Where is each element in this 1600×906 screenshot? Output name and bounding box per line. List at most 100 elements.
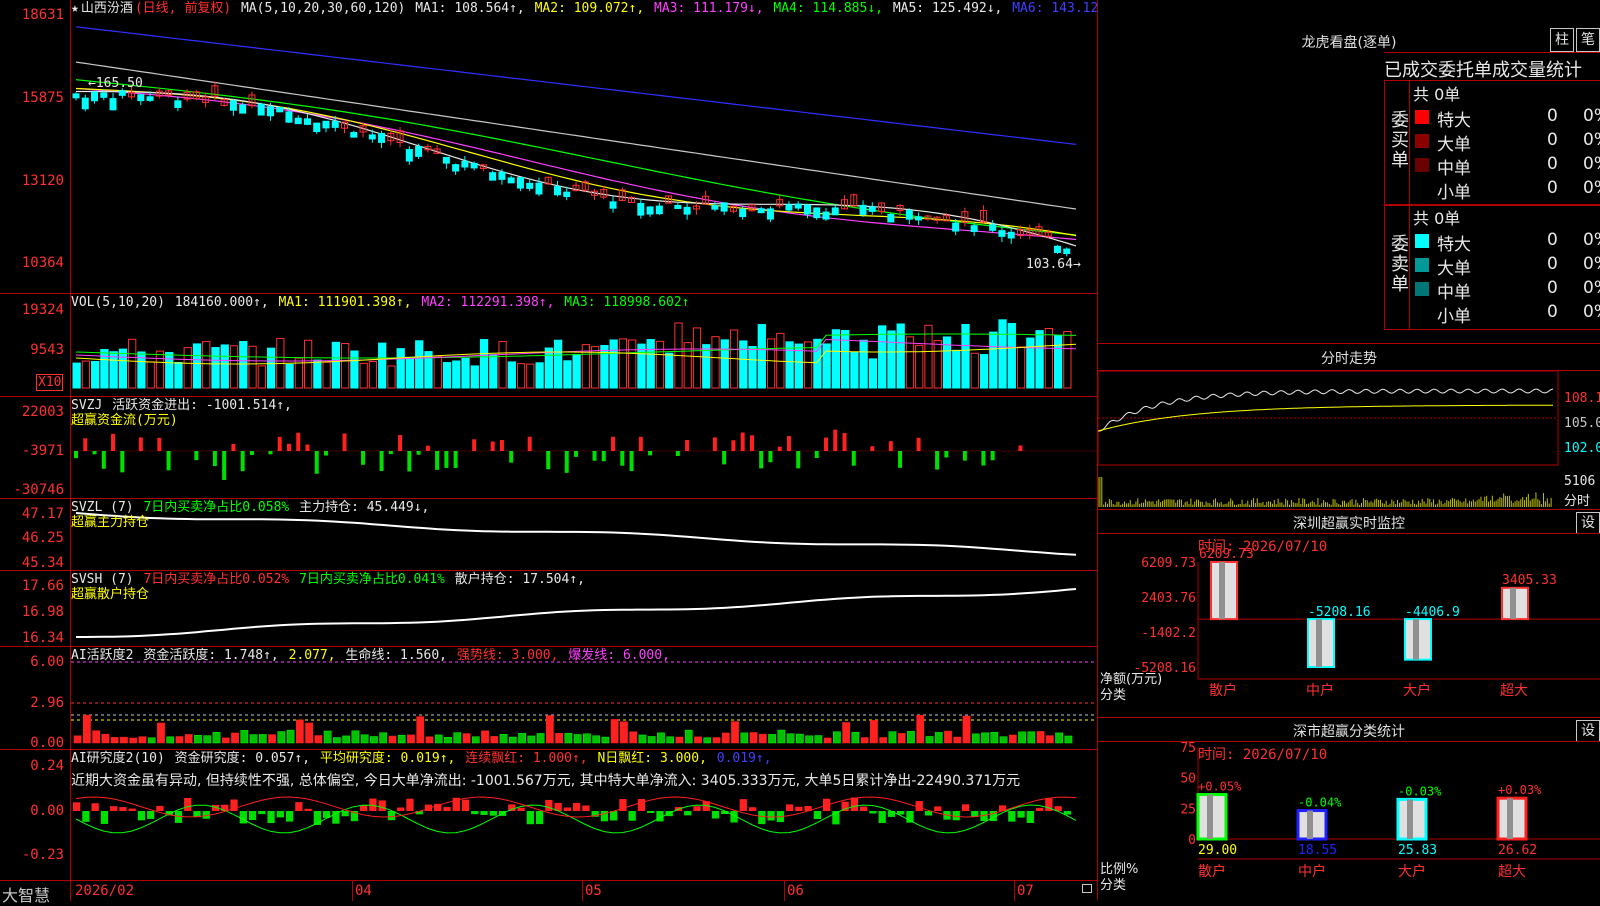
candlestick-chart[interactable]: [71, 0, 1097, 293]
classify-title: 深市超赢分类统计: [1293, 724, 1405, 740]
intraday-svg[interactable]: [1098, 371, 1600, 509]
research-bar: [739, 799, 747, 811]
classify-settings-button[interactable]: 设: [1576, 720, 1600, 742]
flow-bar: [83, 438, 88, 451]
candle: [915, 216, 923, 221]
volume-panel[interactable]: 19324 9543 X10 VOL(5,10,20) 184160.000↑,…: [0, 294, 1098, 396]
candle: [766, 208, 774, 220]
volume-bar: [387, 365, 396, 389]
vol-ma1: MA1: 111901.398↑,: [278, 295, 412, 310]
flow-bar: [499, 439, 504, 451]
price-plot[interactable]: [71, 0, 1097, 293]
activity-bar: [629, 731, 638, 744]
candle: [442, 156, 450, 164]
classify-bar-shade: [1207, 794, 1213, 839]
lock-icon[interactable]: [1082, 884, 1092, 893]
volume-bar: [720, 339, 729, 389]
flow-bar: [731, 440, 736, 451]
ai-active-value: 资金活跃度: 1.748↑,: [143, 648, 279, 663]
classify-svg[interactable]: 75 50 25 0 +0.05% 29.00 散户 -0.04% 18.55 中户 -0.03% 2…: [1098, 742, 1600, 900]
activity-bar: [583, 733, 591, 744]
ai-active-panel[interactable]: 6.00 2.96 0.00 AI活跃度2 资金活跃度: 1.748↑, 2.0…: [0, 647, 1098, 749]
flow-bar: [379, 451, 384, 471]
svsh-panel[interactable]: 17.66 16.98 16.34 SVSH (7) 7日内买卖净占比0.052…: [0, 571, 1098, 646]
activity-bar: [92, 730, 101, 744]
svzl-sub: 超赢主力持仓: [71, 515, 150, 530]
candle: [72, 93, 80, 99]
flow-bar: [249, 451, 254, 456]
monitor-chart[interactable]: 时间: 2026/07/10 6209.73 2403.76 -1402.2 -520…: [1098, 534, 1600, 717]
svzj-axis: 22003 -3971 -30746: [0, 397, 71, 498]
research-bar: [489, 811, 497, 816]
ai-research-panel[interactable]: 0.24 0.00 -0.23 AI研究度2(10) 资金研究度: 0.057↑…: [0, 750, 1098, 880]
research-bar: [647, 811, 655, 814]
flow-bar: [324, 451, 328, 456]
classify-change: +0.03%: [1498, 783, 1542, 797]
activity-bar: [934, 732, 943, 744]
monitor-svg[interactable]: 6209.732403.76-1402.2-5208.166209.73散户-5…: [1098, 534, 1600, 717]
candle: [998, 230, 1006, 237]
intraday-chart[interactable]: 108.1 105.0 102.0 5106 分时: [1098, 371, 1600, 509]
volume-bar: [415, 340, 424, 389]
brand-logo: 大智慧: [2, 886, 51, 905]
activity-bar: [286, 729, 295, 744]
chart-area[interactable]: 18631 15875 13120 10364 ★ 山西汾酒 (日线, 前复权) M…: [0, 0, 1098, 905]
research-bar: [758, 811, 766, 825]
volume-bar: [831, 329, 841, 389]
svzl-panel[interactable]: 47.17 46.25 45.34 SVZL (7) 7日内买卖净占比0.058…: [0, 499, 1098, 570]
flow-bar: [138, 437, 143, 451]
candle: [822, 211, 830, 220]
activity-bar: [360, 734, 369, 744]
svzj-tick: -3971: [21, 443, 64, 459]
research-bar: [461, 799, 470, 811]
flow-bar: [425, 445, 430, 451]
activity-bar: [545, 715, 554, 744]
price-panel[interactable]: 18631 15875 13120 10364 ★ 山西汾酒 (日线, 前复权) M…: [0, 0, 1098, 293]
svzl-tick: 47.17: [21, 506, 64, 522]
candle: [831, 207, 839, 216]
flow-bar: [759, 451, 764, 469]
candle: [563, 191, 571, 198]
activity-bar: [601, 736, 610, 744]
candle: [489, 172, 497, 181]
svzj-def: SVZJ: [71, 398, 103, 413]
flow-bar: [898, 451, 903, 468]
activity-bar: [499, 733, 508, 744]
activity-bar: [953, 736, 962, 744]
flow-bar: [92, 451, 97, 455]
flow-bar: [398, 435, 403, 451]
volume-bar: [91, 360, 100, 389]
activity-bar: [434, 734, 443, 744]
tick-view-button[interactable]: 笔: [1576, 28, 1600, 52]
volume-tick: 19324: [21, 302, 64, 318]
activity-bar: [712, 737, 721, 744]
volume-bar: [609, 339, 618, 389]
research-bar: [304, 808, 312, 811]
classify-chart[interactable]: 时间: 2026/07/10 75 50 25 0 +0.05% 29.00 散户 -0.04…: [1098, 742, 1600, 900]
monitor-settings-button[interactable]: 设: [1576, 512, 1600, 534]
flow-bar: [870, 446, 875, 451]
star-icon[interactable]: ★: [71, 1, 79, 16]
bar-view-button[interactable]: 柱: [1550, 28, 1574, 52]
chart-mode[interactable]: (日线, 前复权): [135, 1, 231, 16]
research-bar: [258, 811, 266, 815]
research-bar: [961, 804, 970, 811]
flow-bar: [962, 451, 967, 461]
activity-bar: [407, 734, 415, 744]
svzj-panel[interactable]: 22003 -3971 -30746 SVZJ 活跃资金进出: -1001.51…: [0, 397, 1098, 498]
sell-row: 大单00%: [1413, 253, 1600, 279]
volume-bar: [766, 338, 776, 389]
volume-bar: [702, 344, 711, 389]
volume-bar: [979, 354, 989, 389]
activity-bar: [851, 731, 860, 744]
research-bar: [276, 811, 284, 818]
volume-bar: [739, 340, 748, 389]
research-bar: [813, 811, 821, 820]
svzj-tick: 22003: [21, 404, 64, 420]
volume-bar: [165, 351, 174, 389]
volume-bar: [748, 346, 757, 389]
activity-bar: [351, 730, 360, 744]
flow-bar: [749, 435, 754, 451]
research-bar: [1063, 811, 1071, 815]
ai-research-legend: AI研究度2(10) 资金研究度: 0.057↑, 平均研究度: 0.019↑,…: [71, 751, 774, 766]
